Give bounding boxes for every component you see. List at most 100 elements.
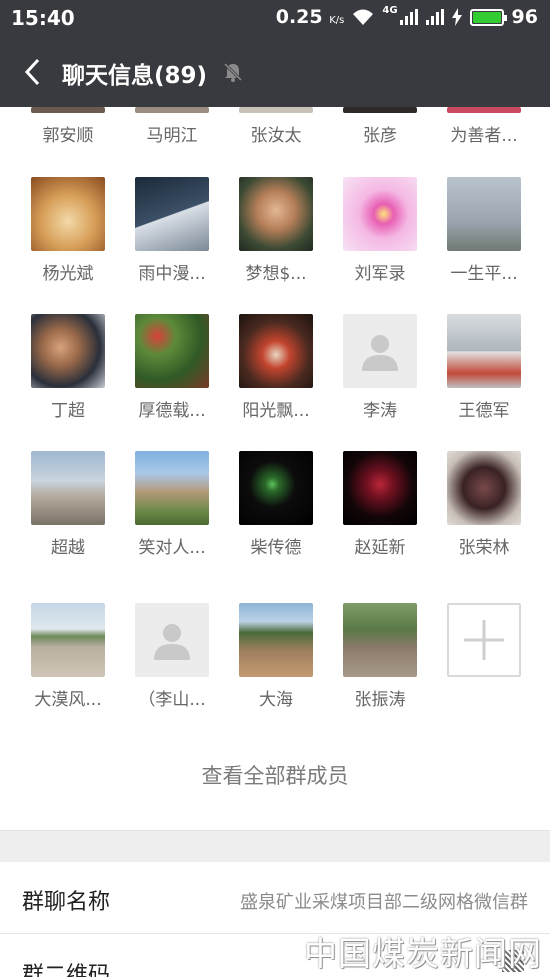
member-item[interactable]: 厚德载... (122, 314, 222, 421)
member-avatar (135, 603, 209, 677)
member-avatar (447, 314, 521, 388)
member-item[interactable]: （李山... (122, 603, 222, 710)
member-avatar (239, 107, 313, 113)
member-item[interactable]: 张彦 (330, 107, 430, 146)
status-bar: 15:40 0.25 K/s 4G 96 (0, 0, 550, 36)
cellular-signal-2-icon (425, 9, 444, 25)
group-name-row[interactable]: 群聊名称 盛泉矿业采煤项目部二级网格微信群 (0, 862, 550, 934)
member-avatar (343, 107, 417, 113)
member-name: 笑对人... (138, 538, 206, 558)
member-avatar (135, 314, 209, 388)
wifi-icon (353, 9, 374, 25)
member-name: 杨光斌 (42, 264, 94, 284)
member-avatar (343, 314, 417, 388)
member-avatar (31, 603, 105, 677)
default-avatar-icon (362, 335, 398, 371)
member-name: 雨中漫... (138, 264, 206, 284)
member-item[interactable]: 王德军 (434, 314, 534, 421)
member-name: 超越 (51, 538, 85, 558)
member-name: 张荣林 (458, 538, 510, 558)
battery-icon (469, 8, 507, 26)
member-item[interactable]: 阳光飘... (226, 314, 326, 421)
member-name: 赵延新 (354, 538, 406, 558)
mute-bell-icon (223, 62, 243, 82)
member-avatar (239, 177, 313, 251)
member-item[interactable]: 为善者... (434, 107, 534, 146)
member-avatar (239, 603, 313, 677)
chevron-left-icon (24, 58, 40, 86)
page-title: 聊天信息(89) (62, 63, 208, 89)
status-time: 15:40 (11, 6, 75, 30)
battery-level: 96 (511, 6, 538, 28)
member-avatar (447, 177, 521, 251)
member-name: 张彦 (363, 126, 397, 146)
member-item[interactable]: 梦想$... (226, 177, 326, 284)
member-item[interactable]: 大海 (226, 603, 326, 710)
default-avatar-icon (154, 624, 190, 660)
member-item[interactable]: 李涛 (330, 314, 430, 421)
nav-bar: 聊天信息(89) (0, 44, 550, 100)
back-button[interactable] (18, 54, 46, 90)
member-avatar (343, 603, 417, 677)
network-type: 4G (382, 5, 398, 16)
member-name: 李涛 (363, 401, 397, 421)
member-avatar (343, 451, 417, 525)
member-name: 柴传德 (250, 538, 302, 558)
member-item[interactable]: 赵延新 (330, 451, 430, 558)
member-name: （李山... (138, 690, 206, 710)
member-avatar (239, 314, 313, 388)
member-avatar (447, 107, 521, 113)
group-qr-label: 群二维码 (22, 963, 111, 977)
status-indicators: 0.25 K/s 4G 96 (275, 5, 538, 29)
member-item[interactable]: 丁超 (18, 314, 118, 421)
member-name: 马明江 (146, 126, 198, 146)
watermark: 中国煤炭新闻网 (304, 934, 542, 973)
group-name-value: 盛泉矿业采煤项目部二级网格微信群 (240, 892, 528, 913)
member-avatar (135, 177, 209, 251)
member-item[interactable]: 郭安顺 (18, 107, 118, 146)
member-name: 刘军录 (354, 264, 406, 284)
member-name: 一生平... (450, 264, 518, 284)
top-bar: 15:40 0.25 K/s 4G 96 聊天信息(89) (0, 0, 550, 107)
charging-icon (451, 8, 462, 26)
member-item[interactable]: 马明江 (122, 107, 222, 146)
member-item[interactable]: 雨中漫... (122, 177, 222, 284)
member-avatar (239, 451, 313, 525)
member-name: 张汝太 (250, 126, 302, 146)
member-name: 厚德载... (138, 401, 206, 421)
member-item[interactable]: 刘军录 (330, 177, 430, 284)
member-name: 郭安顺 (42, 126, 94, 146)
member-name: 阳光飘... (242, 401, 310, 421)
view-all-members-link[interactable]: 查看全部群成员 (0, 760, 550, 790)
member-item[interactable]: 大漠风... (18, 603, 118, 710)
member-item[interactable]: 张汝太 (226, 107, 326, 146)
member-avatar (31, 451, 105, 525)
member-avatar (343, 177, 417, 251)
member-name: 梦想$... (245, 264, 307, 284)
member-item[interactable]: 张荣林 (434, 451, 534, 558)
member-name: 丁超 (51, 401, 85, 421)
group-name-label: 群聊名称 (22, 890, 111, 915)
member-avatar (135, 107, 209, 113)
member-item[interactable]: 柴传德 (226, 451, 326, 558)
member-name: 为善者... (450, 126, 518, 146)
member-item[interactable]: 张振涛 (330, 603, 430, 710)
cellular-signal-icon (399, 9, 418, 25)
member-avatar (447, 451, 521, 525)
member-name: 大漠风... (34, 690, 102, 710)
member-name: 王德军 (458, 401, 510, 421)
member-item[interactable]: 笑对人... (122, 451, 222, 558)
member-name: 张振涛 (354, 690, 406, 710)
member-avatar (31, 314, 105, 388)
member-name: 大海 (259, 690, 293, 710)
member-item[interactable]: 杨光斌 (18, 177, 118, 284)
add-member-button[interactable] (447, 603, 521, 677)
section-divider (0, 830, 550, 862)
member-avatar (31, 177, 105, 251)
plus-icon (464, 620, 504, 660)
add-member-item[interactable] (434, 603, 534, 677)
member-item[interactable]: 一生平... (434, 177, 534, 284)
member-item[interactable]: 超越 (18, 451, 118, 558)
network-speed: 0.25 K/s (275, 6, 345, 28)
member-avatar (135, 451, 209, 525)
